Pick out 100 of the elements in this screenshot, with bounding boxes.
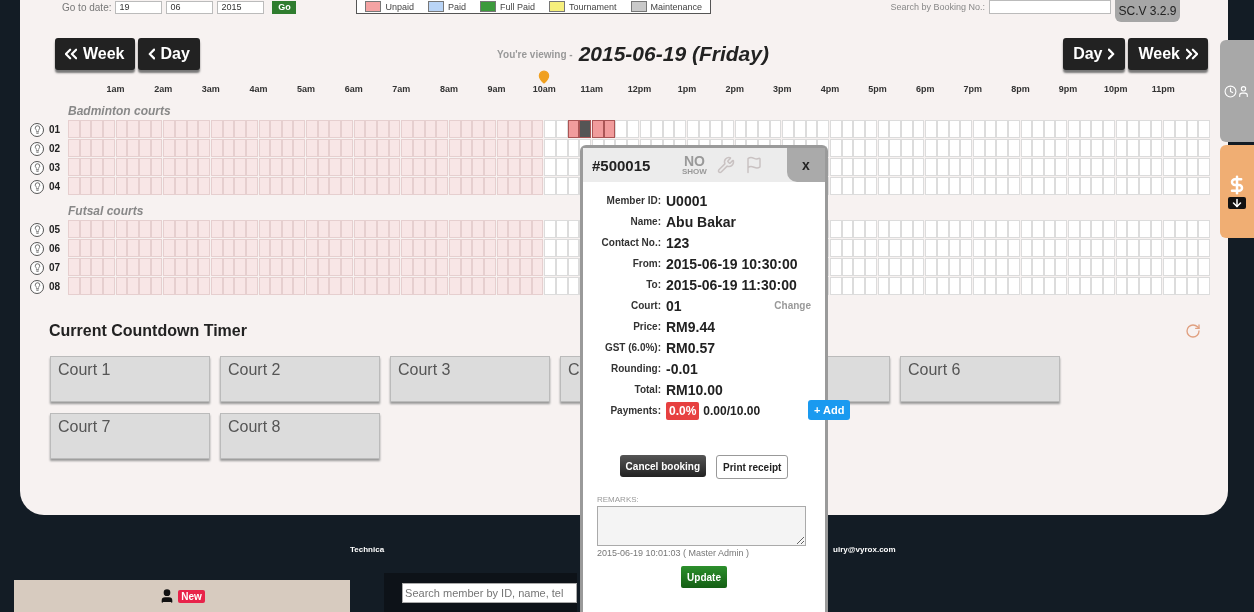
booking-id: #500015 [592,156,652,174]
hour-label: 1am [106,84,125,94]
court-number: 08 [49,281,61,292]
field-label: Price: [632,321,661,332]
legend-label: Full Paid [500,1,536,12]
court-number: 04 [49,181,61,192]
court-timer-label: Court 1 [58,361,111,378]
update-button[interactable]: Update [681,566,727,588]
hour-label: 9pm [1058,84,1078,94]
court-number: 06 [49,243,61,254]
court-number: 02 [49,143,61,154]
court-number: 01 [49,124,61,135]
court-timer-label: C [568,361,580,378]
legend-label: Unpaid [385,1,414,12]
previous-week-button[interactable]: Week [55,38,135,70]
viewing-label: You're viewing - [497,48,573,60]
lightbulb-icon[interactable] [30,260,44,275]
next-week-button[interactable]: Week [1128,38,1208,70]
field-label: GST (6.0%): [603,342,661,353]
field-label: Contact No.: [600,237,661,248]
lightbulb-icon[interactable] [30,122,44,137]
legend-label: Paid [448,1,467,12]
version-badge: SC.V 3.2.9 [1115,0,1180,22]
field-label: From: [631,258,661,269]
hour-label: 10am [532,84,556,94]
hour-label: 7pm [963,84,983,94]
hour-label: 5pm [868,84,887,94]
court-timer-label: Court 6 [908,361,961,378]
date-select[interactable]: 19 [115,0,163,14]
court-number: 03 [49,162,61,173]
hour-label: 11pm [1151,84,1175,94]
court-timer-label: Court 7 [58,418,111,435]
hour-label: 8am [439,84,458,94]
payment-tab[interactable] [1220,145,1254,238]
flag-icon[interactable] [744,156,763,174]
field-label: Total: [633,384,661,395]
field-value: -0.01 [666,360,698,377]
footer-text: Technica [350,545,385,554]
court-group-title: Futsal courts [68,204,145,218]
download-icon [1228,196,1246,209]
remarks-field[interactable] [597,506,806,546]
close-button[interactable]: x [787,148,825,182]
field-value: RM0.57 [666,339,716,356]
new-badge: New [178,589,205,603]
lightbulb-icon[interactable] [30,141,44,156]
double-chevron-right-icon [1186,48,1198,60]
field-label: Member ID: [605,195,661,206]
wrench-icon[interactable] [716,156,735,174]
new-member-panel[interactable]: New [14,580,350,612]
search-label: Search by Booking No.: [890,2,985,12]
chevron-right-icon [1108,48,1116,60]
court-group-title: Badminton courts [68,104,172,118]
lightbulb-icon[interactable] [30,279,44,294]
go-button[interactable]: Go [272,0,297,14]
lightbulb-icon[interactable] [30,160,44,175]
booking-search-field[interactable] [989,0,1111,14]
email-text: uiry@vyrox.com [833,545,896,554]
court-timer-label: Court 2 [228,361,281,378]
field-label: Rounding: [610,363,661,374]
member-search-field[interactable]: Search member by ID, name, tel [402,582,578,603]
hour-label: 6pm [915,84,935,94]
hour-label: 8pm [1011,84,1030,94]
chevron-left-icon [147,48,155,60]
lightbulb-icon[interactable] [30,179,44,194]
field-value: 123 [666,234,690,251]
hour-label: 2am [154,84,173,94]
refresh-icon[interactable] [1185,323,1201,339]
double-chevron-left-icon [65,48,77,60]
hour-label: 2pm [725,84,744,94]
field-value: U0001 [666,192,708,209]
lightbulb-icon[interactable] [30,222,44,237]
court-timer-label: Court 3 [398,361,451,378]
hour-label: 5am [297,84,316,94]
field-value: 2015-06-19 10:30:00 [666,255,798,272]
field-label: To: [645,279,661,290]
hour-label: 7am [392,84,411,94]
date-select[interactable]: 06 [166,0,214,14]
field-value: Abu Bakar [666,213,737,230]
booked-slot[interactable] [591,120,604,138]
hour-label: 12pm [627,84,652,94]
payment-percent-badge: 0.0% [666,401,700,420]
print-receipt-button[interactable]: Print receipt [716,455,789,479]
field-value: RM9.44 [666,318,716,335]
field-value: RM10.00 [666,381,723,398]
hour-label: 10pm [1103,84,1128,94]
date-select[interactable]: 2015 [217,0,265,14]
lightbulb-icon[interactable] [30,241,44,256]
hour-label: 4pm [820,84,840,94]
court-timer-label: Court 8 [228,418,281,435]
field-label: Payments: [609,405,661,416]
field-value: 2015-06-19 11:30:00 [666,276,797,293]
court-number: 07 [49,262,61,273]
field-value: 01 [666,297,682,314]
hour-label: 9am [487,84,506,94]
next-day-button[interactable]: Day [1063,38,1126,70]
payment-amount: 0.00/10.00 [703,403,761,418]
countdown-title: Current Countdown Timer [49,322,247,340]
previous-day-button[interactable]: Day [137,38,200,70]
legend-label: Tournament [569,1,617,12]
cancel-booking-button[interactable]: Cancel booking [619,455,707,477]
